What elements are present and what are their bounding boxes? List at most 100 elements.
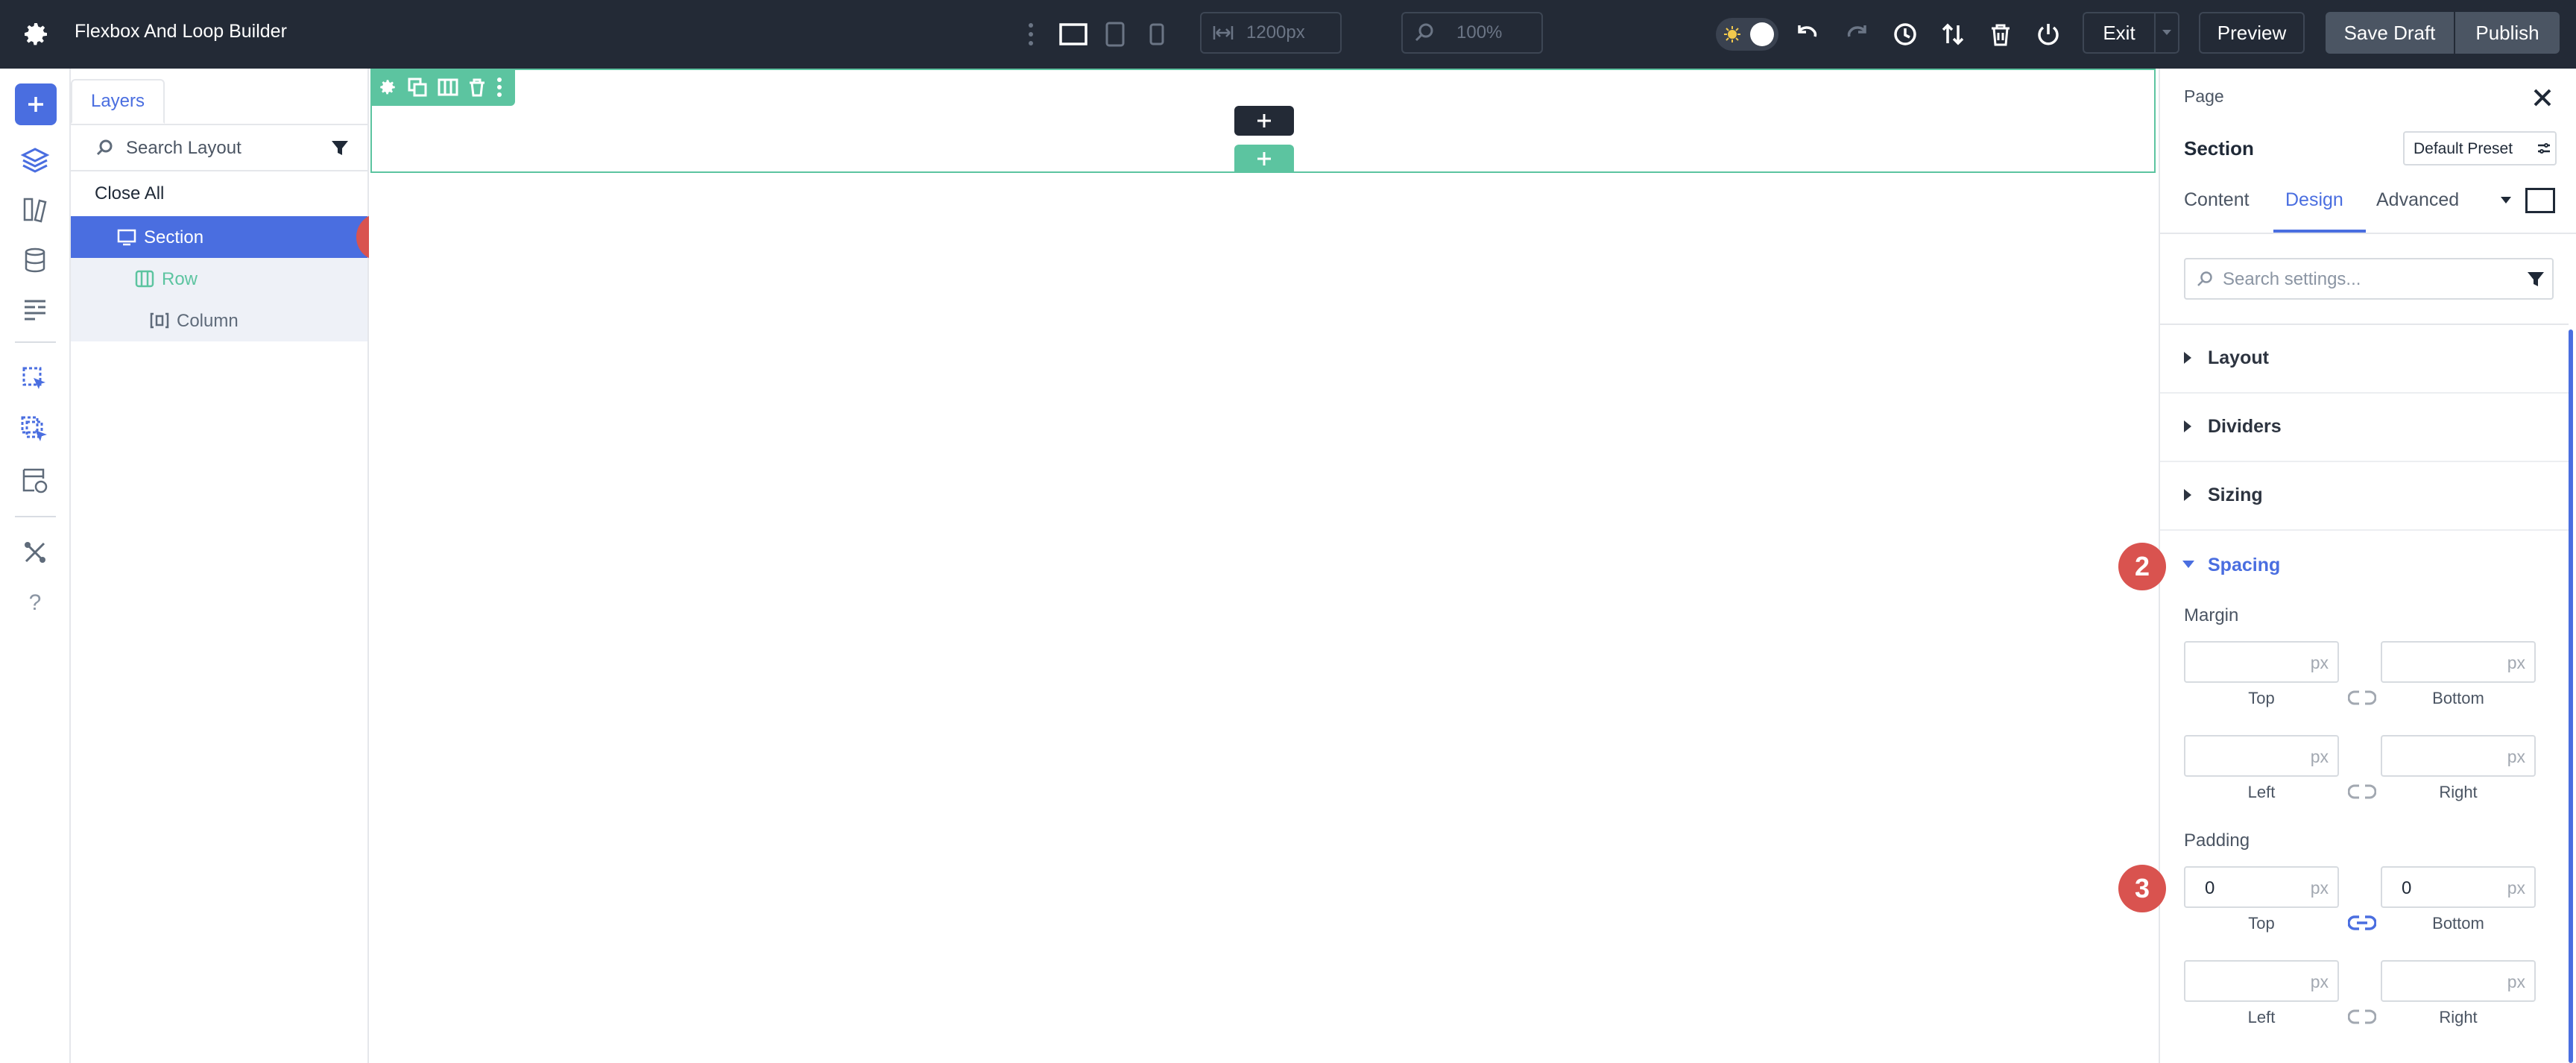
add-row-button[interactable]: [1234, 106, 1294, 136]
module-title: Section: [2184, 137, 2254, 160]
save-draft-button[interactable]: Save Draft: [2326, 12, 2454, 54]
padding-top-input[interactable]: 0 px: [2184, 866, 2339, 908]
canvas-width-value: 1200px: [1246, 22, 1305, 42]
divider: [15, 341, 56, 343]
caret-right-icon: [2184, 489, 2191, 501]
tab-advanced[interactable]: Advanced: [2376, 189, 2459, 211]
settings-panel: Page Section Default Preset Content Desi…: [2159, 69, 2576, 1063]
caret-down-icon[interactable]: [2500, 195, 2512, 204]
publish-button[interactable]: Publish: [2455, 12, 2560, 54]
app-title: Flexbox And Loop Builder: [75, 21, 287, 42]
close-icon[interactable]: [2531, 86, 2554, 109]
trash-icon[interactable]: [467, 78, 487, 97]
top-toolbar: Flexbox And Loop Builder 1200px 100% Exi…: [0, 0, 2576, 69]
sun-icon: [1723, 25, 1741, 43]
unlink-icon[interactable]: [2347, 689, 2377, 707]
plus-icon: [28, 97, 43, 112]
margin-right-input[interactable]: px: [2381, 735, 2536, 777]
add-section-button[interactable]: [1234, 145, 1294, 173]
list-layout-icon[interactable]: [16, 291, 54, 328]
exit-button[interactable]: Exit: [2083, 12, 2154, 54]
exit-dropdown-button[interactable]: [2154, 12, 2179, 54]
caret-right-icon: [2184, 352, 2191, 364]
divider: [2160, 233, 2576, 234]
library-icon[interactable]: [16, 191, 54, 228]
zoom-input[interactable]: 100%: [1401, 12, 1543, 54]
unlink-icon[interactable]: [2347, 783, 2377, 801]
columns-icon[interactable]: [438, 78, 458, 97]
step-badge-2: 2: [2118, 543, 2166, 590]
settings-search-input[interactable]: Search settings...: [2223, 269, 2361, 290]
padding-left-caption: Left: [2247, 1008, 2276, 1026]
history-icon[interactable]: [1892, 21, 1919, 48]
duplicate-icon[interactable]: [408, 78, 427, 97]
canvas-width-input[interactable]: 1200px: [1200, 12, 1342, 54]
view-mode-icon[interactable]: [2525, 188, 2555, 213]
layer-item-column[interactable]: Column: [71, 300, 367, 341]
section-toolbar: [370, 69, 515, 106]
sort-arrows-icon[interactable]: [1939, 21, 1966, 48]
close-all-button[interactable]: Close All: [95, 183, 164, 204]
padding-right-caption: Right: [2439, 1008, 2478, 1026]
redo-icon[interactable]: [1843, 21, 1869, 48]
layer-item-section[interactable]: Section: [71, 216, 367, 258]
layer-item-row[interactable]: Row: [71, 258, 367, 300]
filter-icon[interactable]: [330, 139, 350, 158]
page-settings-icon[interactable]: [16, 462, 54, 499]
group-dividers[interactable]: Dividers: [2160, 394, 2569, 462]
margin-bottom-input[interactable]: px: [2381, 641, 2536, 683]
tools-icon[interactable]: [16, 534, 54, 571]
margin-label: Margin: [2184, 605, 2239, 625]
select-element-icon[interactable]: [16, 361, 54, 398]
layers-search-input[interactable]: Search Layout: [126, 138, 242, 159]
preview-button[interactable]: Preview: [2199, 12, 2305, 54]
group-layout[interactable]: Layout: [2160, 325, 2569, 394]
gear-icon[interactable]: [378, 78, 397, 97]
trash-icon[interactable]: [1987, 21, 2014, 48]
column-icon: [150, 312, 169, 329]
chevron-down-icon: [2162, 30, 2171, 35]
tab-design[interactable]: Design: [2285, 189, 2343, 211]
layers-search[interactable]: Search Layout: [71, 125, 367, 171]
search-icon: [95, 139, 114, 158]
layers-icon[interactable]: [16, 142, 54, 179]
tab-content[interactable]: Content: [2184, 189, 2250, 211]
builder-canvas[interactable]: [369, 69, 2159, 1063]
add-module-button[interactable]: [15, 83, 57, 125]
more-vertical-icon[interactable]: [496, 76, 503, 98]
padding-left-input[interactable]: px: [2184, 960, 2339, 1002]
preset-selector[interactable]: Default Preset: [2403, 131, 2557, 165]
multi-select-icon[interactable]: [16, 411, 54, 449]
settings-search[interactable]: Search settings...: [2184, 258, 2554, 300]
tablet-view-icon[interactable]: [1103, 19, 1127, 49]
gear-icon[interactable]: [21, 19, 51, 49]
padding-bottom-input[interactable]: 0 px: [2381, 866, 2536, 908]
breadcrumb[interactable]: Page: [2184, 86, 2224, 107]
group-sizing[interactable]: Sizing: [2160, 462, 2569, 531]
group-label-dividers: Dividers: [2208, 416, 2282, 437]
padding-bottom-caption: Bottom: [2432, 914, 2484, 933]
margin-top-input[interactable]: px: [2184, 641, 2339, 683]
group-spacing[interactable]: Spacing: [2160, 534, 2569, 601]
unlink-icon[interactable]: [2347, 1008, 2377, 1026]
phone-view-icon[interactable]: [1146, 19, 1167, 49]
group-label-layout: Layout: [2208, 347, 2269, 368]
padding-top-caption: Top: [2248, 914, 2275, 933]
desktop-view-icon[interactable]: [1058, 19, 1088, 49]
power-icon[interactable]: [2035, 21, 2062, 48]
padding-right-input[interactable]: px: [2381, 960, 2536, 1002]
caret-down-icon: [2182, 561, 2194, 568]
database-icon[interactable]: [16, 242, 54, 279]
theme-toggle[interactable]: [1716, 18, 1778, 51]
zoom-value: 100%: [1456, 22, 1503, 42]
link-icon[interactable]: [2347, 914, 2377, 932]
undo-icon[interactable]: [1795, 21, 1822, 48]
tab-layers[interactable]: Layers: [71, 79, 165, 124]
filter-icon[interactable]: [2527, 271, 2545, 288]
layers-panel: Layers Search Layout Close All Section R…: [71, 69, 369, 1063]
margin-left-input[interactable]: px: [2184, 735, 2339, 777]
more-vertical-icon[interactable]: [1027, 19, 1035, 49]
help-icon[interactable]: ?: [16, 584, 54, 622]
preset-sliders-icon: [2537, 142, 2551, 155]
panel-scrollbar[interactable]: [2569, 329, 2573, 1063]
